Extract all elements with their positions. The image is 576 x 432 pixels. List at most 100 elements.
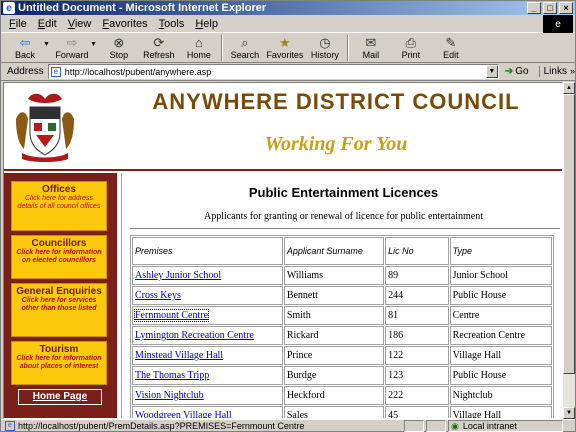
premises-cell: Lymington Recreation Centre xyxy=(132,326,283,345)
premises-cell: Ashley Junior School xyxy=(132,266,283,285)
premises-link[interactable]: Minstead Village Hall xyxy=(135,350,223,361)
nav-councillors[interactable]: Councillors Click here for information o… xyxy=(11,235,107,279)
table-row: Woodgreen Village Hall Sales 45 Village … xyxy=(132,406,552,418)
toolbar-separator xyxy=(346,35,349,61)
table-row: Minstead Village Hall Prince 122 Village… xyxy=(132,346,552,365)
premises-link[interactable]: The Thomas Tripp xyxy=(135,370,209,381)
search-button[interactable]: ⌕ Search xyxy=(227,33,263,61)
menu-favorites[interactable]: Favorites xyxy=(102,18,147,30)
nav-tourism-desc: Click here for information about places … xyxy=(16,355,102,370)
lic-no-cell: 81 xyxy=(385,306,449,325)
surname-cell: Bennett xyxy=(283,286,385,305)
nav-tourism[interactable]: Tourism Click here for information about… xyxy=(11,341,107,385)
surname-cell: Williams xyxy=(283,266,385,285)
refresh-icon: ⟳ xyxy=(153,34,165,50)
home-button[interactable]: ⌂ Home xyxy=(181,33,217,61)
edit-button[interactable]: ✎ Edit xyxy=(433,33,469,61)
scroll-thumb[interactable] xyxy=(563,94,575,374)
mail-button[interactable]: ✉ Mail xyxy=(353,33,389,61)
close-button[interactable]: × xyxy=(559,2,573,14)
menu-view[interactable]: View xyxy=(68,18,92,30)
mail-icon: ✉ xyxy=(365,34,377,50)
nav-general-enquiries[interactable]: General Enquiries Click here for service… xyxy=(11,283,107,337)
go-arrow-icon: ➔ xyxy=(504,66,514,77)
print-button[interactable]: ⎙ Print xyxy=(393,33,429,61)
table-row: The Thomas Tripp Burdge 123 Public House xyxy=(132,366,552,385)
type-cell: Public House xyxy=(449,286,552,305)
column-header-lic-no: Lic No xyxy=(385,237,449,265)
address-input[interactable]: e http://localhost/pubent/anywhere.asp ▼ xyxy=(47,64,499,79)
table-row: Vision Nightclub Heckford 222 Nightclub xyxy=(132,386,552,405)
lic-no-cell: 122 xyxy=(385,346,449,365)
nav-offices[interactable]: Offices Click here for address details o… xyxy=(11,181,107,231)
address-bar: Address e http://localhost/pubent/anywhe… xyxy=(1,63,575,81)
lic-no-cell: 186 xyxy=(385,326,449,345)
surname-cell: Prince xyxy=(283,346,385,365)
premises-link[interactable]: Ashley Junior School xyxy=(135,270,221,281)
stop-icon: ⊗ xyxy=(113,34,125,50)
refresh-button[interactable]: ⟳ Refresh xyxy=(141,33,177,61)
page-viewport: ANYWHERE DISTRICT COUNCIL Working For Yo… xyxy=(3,82,563,419)
links-button[interactable]: Links» xyxy=(538,66,575,77)
search-icon: ⌕ xyxy=(241,34,249,50)
scroll-down-icon[interactable]: ▼ xyxy=(563,407,575,419)
site-tagline: Working For You xyxy=(264,133,408,155)
premises-cell: Vision Nightclub xyxy=(132,386,283,405)
column-header-premises: Premises xyxy=(132,237,283,265)
council-crest-icon xyxy=(16,93,74,162)
council-name: ANYWHERE DISTRICT COUNCIL xyxy=(152,89,520,114)
site-banner: ANYWHERE DISTRICT COUNCIL Working For Yo… xyxy=(4,83,562,171)
scroll-up-icon[interactable]: ▲ xyxy=(563,82,575,94)
premises-cell: Cross Keys xyxy=(132,286,283,305)
window-title: Untitled Document - Microsoft Internet E… xyxy=(18,2,267,14)
maximize-button[interactable]: □ xyxy=(543,2,557,14)
toolbar-separator xyxy=(220,35,223,61)
table-row: Cross Keys Bennett 244 Public House xyxy=(132,286,552,305)
back-dropdown-icon[interactable]: ▼ xyxy=(43,41,50,48)
vertical-scrollbar[interactable]: ▲ ▼ xyxy=(563,82,575,419)
menu-help[interactable]: Help xyxy=(195,18,218,30)
premises-link[interactable]: Cross Keys xyxy=(135,290,181,301)
forward-dropdown-icon[interactable]: ▼ xyxy=(90,41,97,48)
status-pane xyxy=(426,420,446,432)
premises-cell: Minstead Village Hall xyxy=(132,346,283,365)
back-button[interactable]: ⇦ Back xyxy=(7,33,43,61)
address-url[interactable]: http://localhost/pubent/anywhere.asp xyxy=(65,67,486,77)
table-row: Fernmount Centre Smith 81 Centre xyxy=(132,306,552,325)
menu-edit[interactable]: Edit xyxy=(38,18,57,30)
surname-cell: Smith xyxy=(283,306,385,325)
surname-cell: Sales xyxy=(283,406,385,418)
menu-file[interactable]: File xyxy=(9,18,27,30)
chevron-right-icon: » xyxy=(569,66,575,76)
main-content: Public Entertainment Licences Applicants… xyxy=(121,173,562,418)
premises-link[interactable]: Lymington Recreation Centre xyxy=(135,330,254,341)
type-cell: Village Hall xyxy=(449,346,552,365)
go-button[interactable]: ➔ Go xyxy=(505,66,529,77)
type-cell: Village Hall xyxy=(449,406,552,418)
stop-button[interactable]: ⊗ Stop xyxy=(101,33,137,61)
status-bar: e http://localhost/pubent/PremDetails.as… xyxy=(1,419,575,432)
forward-button[interactable]: ⇨ Forward xyxy=(54,33,90,61)
history-icon: ◷ xyxy=(319,34,331,50)
licences-table: Premises Applicant Surname Lic No Type A… xyxy=(130,235,554,418)
premises-link[interactable]: Vision Nightclub xyxy=(135,390,204,401)
type-cell: Junior School xyxy=(449,266,552,285)
intranet-icon: ◉ xyxy=(451,420,459,431)
lic-no-cell: 123 xyxy=(385,366,449,385)
type-cell: Nightclub xyxy=(449,386,552,405)
menu-tools[interactable]: Tools xyxy=(159,18,185,30)
surname-cell: Rickard xyxy=(283,326,385,345)
address-label: Address xyxy=(7,66,44,77)
home-page-link[interactable]: Home Page xyxy=(18,389,102,405)
history-button[interactable]: ◷ History xyxy=(307,33,343,61)
nav-general-enquiries-desc: Click here for services other than those… xyxy=(21,297,97,312)
premises-link[interactable]: Fernmount Centre xyxy=(133,309,210,322)
back-arrow-icon: ⇦ xyxy=(19,34,31,50)
address-dropdown-icon[interactable]: ▼ xyxy=(485,65,498,78)
premises-link[interactable]: Woodgreen Village Hall xyxy=(135,410,232,418)
ie-icon: e xyxy=(3,2,15,14)
nav-councillors-title: Councillors xyxy=(31,238,87,249)
minimize-button[interactable]: _ xyxy=(527,2,541,14)
lic-no-cell: 244 xyxy=(385,286,449,305)
favorites-button[interactable]: ★ Favorites xyxy=(266,33,303,61)
